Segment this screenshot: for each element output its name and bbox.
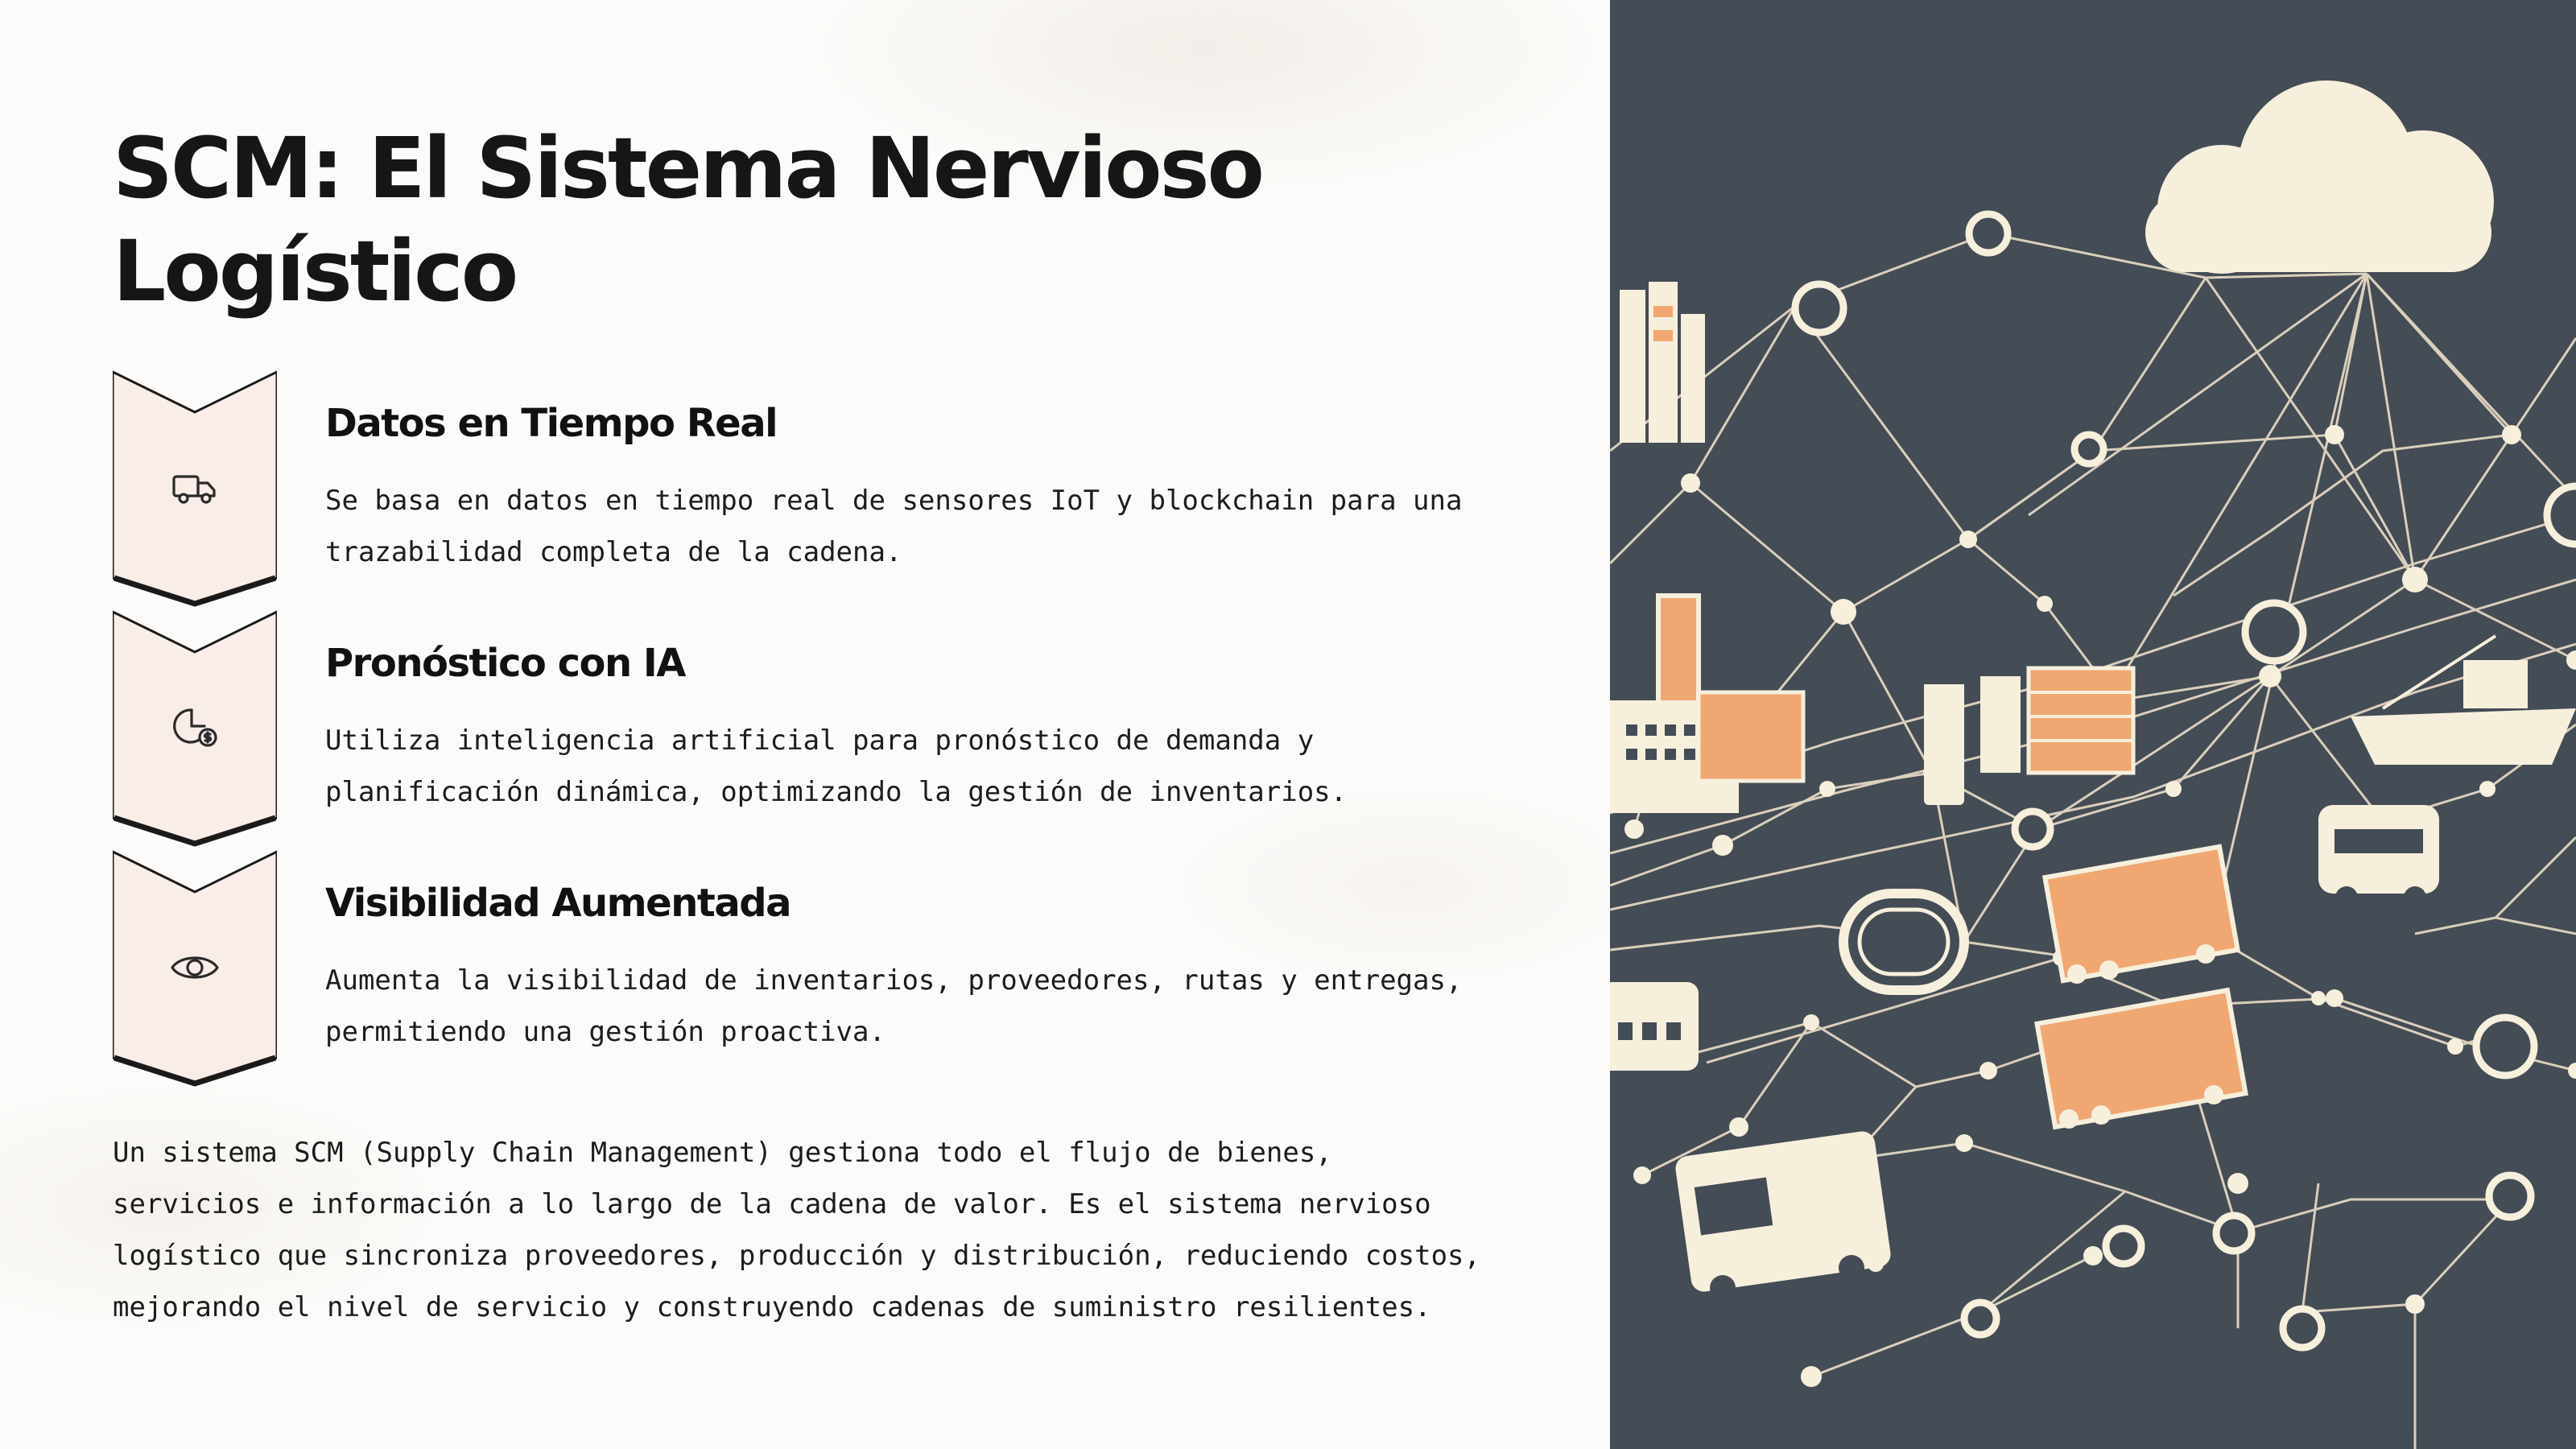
feature-description-1: Se basa en datos en tiempo real de senso… bbox=[325, 485, 1463, 568]
slide-title: SCM: El Sistema Nervioso Logístico bbox=[113, 119, 1265, 320]
summary-paragraph: Un sistema SCM (Supply Chain Management)… bbox=[113, 1137, 1480, 1323]
truck-icon bbox=[172, 475, 216, 504]
truck-icon bbox=[2034, 844, 2248, 1130]
feature-chevron-2 bbox=[113, 607, 277, 848]
truck-icon bbox=[1675, 1131, 1891, 1301]
train-icon bbox=[1610, 982, 1699, 1071]
factory-icon bbox=[1610, 593, 1806, 813]
feature-description-2: Utiliza inteligencia artificial para pro… bbox=[325, 724, 1348, 808]
chart-dollar-icon bbox=[173, 708, 217, 747]
feature-chevron-3 bbox=[113, 847, 277, 1088]
feature-title-1: Datos en Tiempo Real bbox=[325, 401, 778, 446]
supply-chain-network-illustration bbox=[1610, 0, 2576, 1449]
feature-description-3: Aumenta la visibilidad de inventarios, p… bbox=[325, 964, 1463, 1048]
feature-title-2: Pronóstico con IA bbox=[325, 641, 686, 686]
feature-chevron-1 bbox=[113, 367, 277, 609]
eye-icon bbox=[171, 956, 219, 979]
cloud-icon bbox=[2145, 80, 2494, 274]
feature-title-3: Visibilidad Aumentada bbox=[325, 881, 791, 926]
bus-icon bbox=[2318, 805, 2439, 909]
